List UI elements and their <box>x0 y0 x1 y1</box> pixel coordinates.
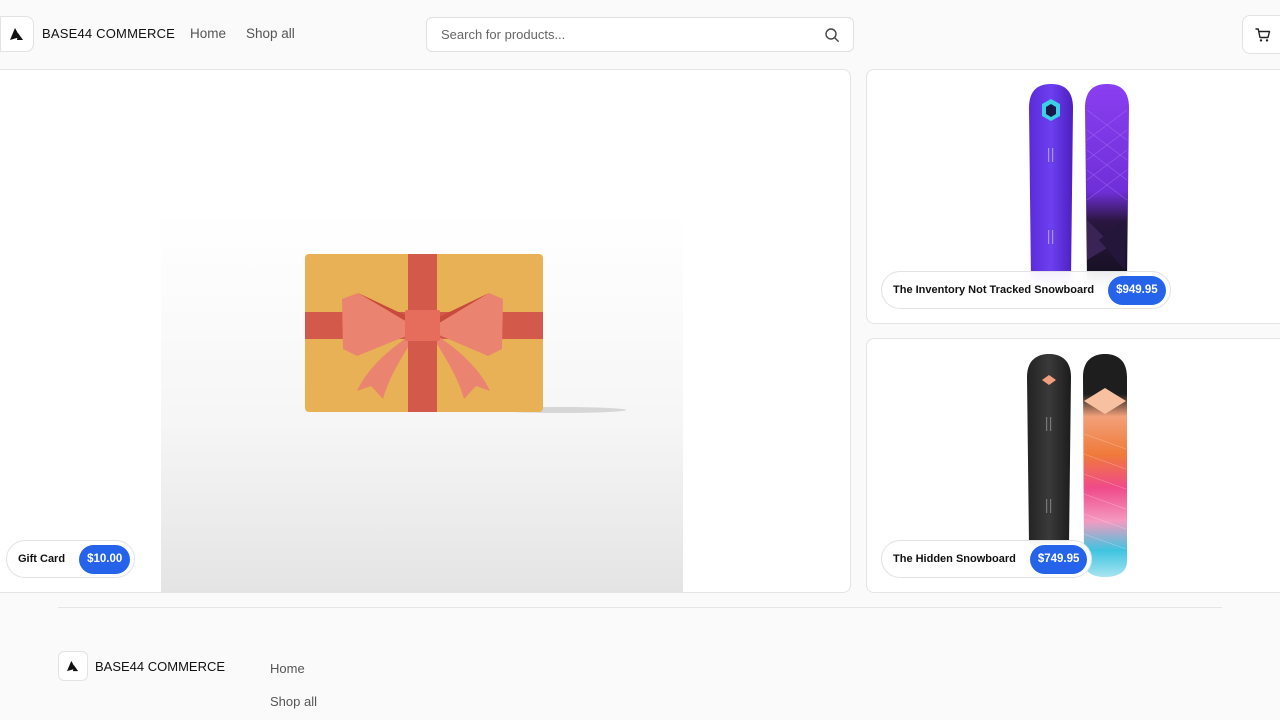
footer-brand-name[interactable]: BASE44 COMMERCE <box>95 659 225 674</box>
price-badge: $10.00 <box>79 544 131 574</box>
triangle-logo-icon <box>10 28 23 40</box>
triangle-logo-icon <box>67 660 79 672</box>
price-badge: $749.95 <box>1029 544 1088 574</box>
product-title: The Hidden Snowboard <box>893 553 1016 565</box>
gift-card-image <box>161 211 683 592</box>
search-bar <box>426 17 854 52</box>
nav-home[interactable]: Home <box>190 26 226 41</box>
product-tile-inventory-not-tracked[interactable]: The Inventory Not Tracked Snowboard $949… <box>866 69 1280 324</box>
footer-logo-link[interactable] <box>58 651 88 681</box>
product-label: The Inventory Not Tracked Snowboard $949… <box>881 271 1171 309</box>
search-icon[interactable] <box>824 27 840 43</box>
product-label: The Hidden Snowboard $749.95 <box>881 540 1093 578</box>
footer-link-shop-all[interactable]: Shop all <box>270 694 317 709</box>
gift-box-illustration <box>305 254 626 413</box>
price-badge: $949.95 <box>1108 275 1166 305</box>
site-header: BASE44 COMMERCE Home Shop all <box>0 0 1280 70</box>
cart-button[interactable] <box>1242 15 1280 54</box>
product-label: Gift Card $10.00 <box>6 540 136 578</box>
search-input[interactable] <box>441 18 811 51</box>
product-tile-gift-card[interactable]: Gift Card $10.00 <box>0 69 851 593</box>
product-title: Gift Card <box>18 553 66 565</box>
nav-shop-all[interactable]: Shop all <box>246 26 295 41</box>
logo-link[interactable] <box>0 16 34 52</box>
cart-icon <box>1255 27 1271 42</box>
product-tile-hidden-snowboard[interactable]: The Hidden Snowboard $749.95 <box>866 338 1280 593</box>
footer-link-home[interactable]: Home <box>270 661 305 676</box>
brand-name[interactable]: BASE44 COMMERCE <box>42 26 175 41</box>
product-title: The Inventory Not Tracked Snowboard <box>893 284 1095 296</box>
footer-divider <box>58 607 1222 608</box>
